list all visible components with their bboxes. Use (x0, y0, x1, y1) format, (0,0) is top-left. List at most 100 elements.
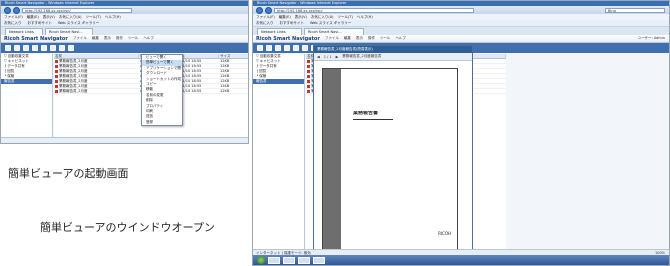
app-menu-help[interactable]: ヘルプ (395, 36, 406, 41)
favorites-button[interactable]: お気に入り (4, 20, 22, 26)
caption-launch: 簡単ビューアの起動画面 (8, 167, 129, 180)
simple-viewer-window: 業務報告書_2月度報告書(簡易表示) ◀ 1 / 1 ▶ 業務報告書_2月度報告… (313, 45, 473, 256)
pdf-icon (55, 79, 58, 83)
app-header: Ricoh Smart Navigator ファイル 編集 表示 操作 ツール … (253, 35, 669, 43)
star-icon[interactable] (302, 45, 308, 51)
col-size[interactable]: サイズ (219, 54, 248, 58)
forward-icon[interactable] (13, 6, 20, 14)
cell-name: 業務報告書_2月度 (54, 79, 139, 83)
doc-rule (353, 119, 393, 120)
app-menu-tools[interactable]: ツール (380, 36, 391, 41)
delete-icon[interactable] (32, 45, 38, 51)
pdf-icon (55, 64, 58, 68)
taskbar-ie-button[interactable] (268, 256, 280, 264)
prev-page-button[interactable]: ◀ (317, 55, 320, 59)
app-menu-file[interactable]: ファイル (73, 36, 87, 41)
app-menu-edit[interactable]: 編集 (344, 36, 351, 41)
cell-text: 12KB (220, 84, 230, 88)
cell-text: 業務報告書_2月度 (59, 74, 88, 78)
status-bar (1, 137, 248, 143)
app-menu-help[interactable]: ヘルプ (143, 36, 154, 41)
tab-network-links[interactable]: Network Links (257, 28, 302, 35)
table-cell: 12KB (219, 74, 248, 78)
paste-icon[interactable] (23, 45, 29, 51)
favorites-bar: お気に入り おすすめサイト Web スライス ギャラリー (1, 20, 248, 27)
new-doc-icon[interactable] (5, 45, 11, 51)
table-cell: 12KB (219, 79, 248, 83)
print-icon[interactable] (41, 45, 47, 51)
star-icon[interactable] (50, 45, 56, 51)
app-menu-view[interactable]: 表示 (104, 36, 111, 41)
suggested-sites-link[interactable]: おすすめサイト (280, 20, 305, 26)
cell-name: 業務報告書_2月度 (54, 74, 139, 78)
page-side-band (323, 69, 341, 250)
tab-rsn[interactable]: Ricoh Smart Navi... (45, 28, 93, 35)
settings-icon[interactable] (68, 45, 74, 51)
search-input[interactable]: Bing (605, 7, 665, 13)
pdf-icon (55, 84, 58, 88)
app-menu-tools[interactable]: ツール (128, 36, 139, 41)
copy-icon[interactable] (14, 45, 20, 51)
cell-name: 業務報告書_2月度 (54, 69, 139, 73)
favorites-button[interactable]: お気に入り (256, 20, 274, 26)
next-page-button[interactable]: ▶ (336, 55, 339, 59)
app-header: Ricoh Smart Navigator ファイル 編集 表示 操作 ツール … (1, 35, 248, 43)
app-menu-operate[interactable]: 操作 (116, 36, 123, 41)
app-menu-view[interactable]: 表示 (356, 36, 363, 41)
paste-icon[interactable] (275, 45, 281, 51)
pdf-icon (55, 89, 58, 93)
tab-network-links[interactable]: Network Links (5, 28, 43, 35)
delete-icon[interactable] (284, 45, 290, 51)
pdf-icon (55, 74, 58, 78)
col-name[interactable]: 名前 (54, 54, 139, 58)
tree-item-reports[interactable]: 報告書 (253, 79, 304, 84)
context-menu-item[interactable]: 登録 (142, 120, 182, 125)
address-bar: http://192.168.xx.xxx/rsn/ (1, 6, 248, 14)
folder-tree: ▽ 自動収集文書 ▽ キャビネット ├ データ共有 ├ 回覧 └ 保管 報告書 (253, 54, 305, 250)
cell-text: 業務報告書_2月度 (59, 84, 88, 88)
forward-icon[interactable] (265, 6, 272, 14)
url-input[interactable]: http://192.168.xx.xxx/rsn/ (274, 7, 474, 13)
context-menu: ビューで開く 簡単ビューで開く アプリケーションで開く ダウンロード ショートカットの作… (141, 54, 183, 127)
suggested-sites-link[interactable]: おすすめサイト (28, 20, 53, 26)
table-cell: 12KB (219, 84, 248, 88)
favorites-bar: お気に入り おすすめサイト Web スライス ギャラリー (253, 20, 669, 27)
pdf-icon (55, 69, 58, 73)
document-page: 業務報告書 RICOH (322, 68, 458, 251)
web-slice-link[interactable]: Web スライス ギャラリー (58, 20, 99, 26)
app-menu-edit[interactable]: 編集 (92, 36, 99, 41)
taskbar-media-button[interactable] (298, 256, 310, 264)
cell-text: 業務報告書_2月度 (59, 59, 88, 63)
table-cell: 12KB (219, 89, 248, 93)
taskbar-app-button[interactable] (313, 256, 325, 264)
url-input[interactable]: http://192.168.xx.xxx/rsn/ (22, 7, 132, 13)
cell-name: 業務報告書_2月度 (54, 59, 139, 63)
search-icon[interactable] (59, 45, 65, 51)
cell-text: 業務報告書_2月度 (59, 79, 88, 83)
cell-text: 12KB (220, 69, 230, 73)
copy-icon[interactable] (266, 45, 272, 51)
cell-text: 12KB (220, 59, 230, 63)
cell-text: 12KB (220, 89, 230, 93)
pdf-icon (307, 59, 310, 63)
viewer-title: 業務報告書_2月度報告書(簡易表示) (314, 46, 472, 53)
browser-tabs: Network Links Ricoh Smart Navi... (253, 27, 669, 35)
back-icon[interactable] (256, 6, 263, 14)
back-icon[interactable] (4, 6, 11, 14)
pdf-icon (307, 79, 310, 83)
tab-rsn[interactable]: Ricoh Smart Navi... (304, 28, 364, 35)
taskbar-explorer-button[interactable] (283, 256, 295, 264)
taskbar (253, 255, 669, 265)
cell-name: 業務報告書_2月度 (54, 64, 139, 68)
app-menu-file[interactable]: ファイル (325, 36, 339, 41)
web-slice-link[interactable]: Web スライス ギャラリー (310, 20, 351, 26)
table-cell: 12KB (219, 64, 248, 68)
new-doc-icon[interactable] (257, 45, 263, 51)
tree-item-reports[interactable]: 報告書 (1, 79, 52, 84)
print-icon[interactable] (293, 45, 299, 51)
app-toolbar (1, 43, 248, 53)
app-menu-operate[interactable]: 操作 (368, 36, 375, 41)
app-title: Ricoh Smart Navigator (4, 35, 68, 42)
start-button[interactable] (257, 256, 265, 264)
screenshot-viewer-open: Ricoh Smart Navigator - Windows Internet… (252, 0, 670, 266)
